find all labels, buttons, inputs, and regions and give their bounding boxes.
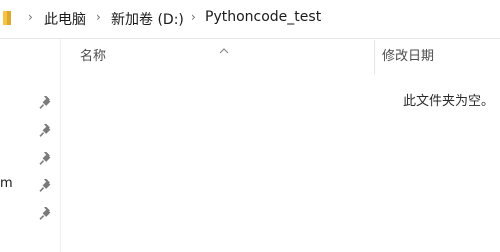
address-bar[interactable]: › 此电脑 › 新加卷 (D:) › Pythoncode_test bbox=[0, 0, 500, 39]
empty-folder-message: 此文件夹为空。 bbox=[402, 94, 494, 109]
nav-item-truncated[interactable]: m bbox=[0, 176, 13, 191]
column-header-date-modified[interactable]: 修改日期 bbox=[382, 40, 434, 74]
pin-icon[interactable] bbox=[39, 151, 53, 165]
chevron-right-icon[interactable]: › bbox=[96, 10, 101, 24]
column-divider[interactable] bbox=[374, 40, 375, 74]
pin-icon[interactable] bbox=[39, 95, 53, 109]
pin-icon[interactable] bbox=[39, 206, 53, 220]
breadcrumb-current-folder[interactable]: Pythoncode_test bbox=[204, 9, 322, 25]
chevron-right-icon[interactable]: › bbox=[28, 10, 33, 24]
column-header-name[interactable]: 名称 bbox=[80, 40, 106, 74]
breadcrumb-this-pc[interactable]: 此电脑 bbox=[43, 9, 87, 29]
folder-icon bbox=[3, 9, 17, 27]
sort-caret-icon bbox=[219, 40, 229, 54]
pin-icon[interactable] bbox=[39, 123, 53, 137]
pin-icon[interactable] bbox=[39, 178, 53, 192]
breadcrumb-drive-d[interactable]: 新加卷 (D:) bbox=[110, 9, 185, 29]
chevron-right-icon[interactable]: › bbox=[191, 10, 196, 24]
